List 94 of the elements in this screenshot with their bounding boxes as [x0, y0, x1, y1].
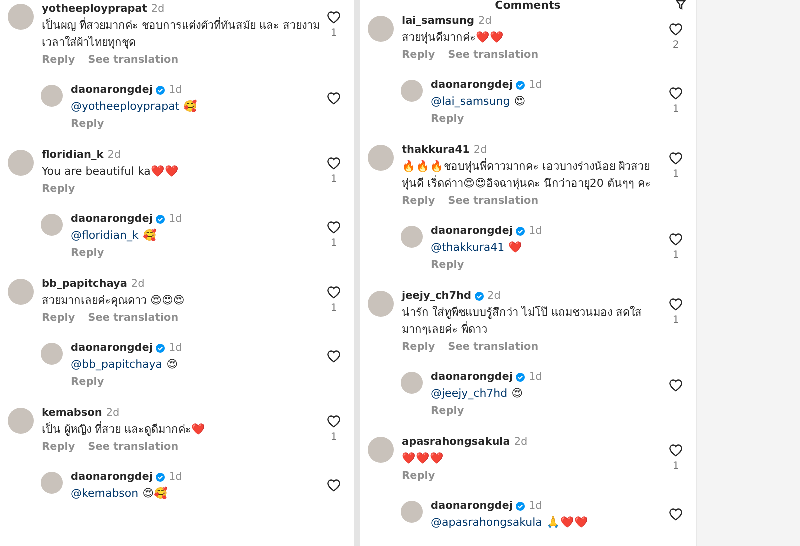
mention-link[interactable]: @lai_samsung: [431, 93, 510, 110]
mention-link[interactable]: @yotheeployprapat: [71, 98, 180, 115]
comment-text: ❤❤❤: [402, 452, 444, 465]
verified-badge-icon: [156, 215, 165, 224]
heart-icon[interactable]: [669, 444, 683, 457]
username[interactable]: daonarongdej: [431, 371, 513, 384]
comment-time: 2d: [514, 436, 528, 449]
comment-time: 1d: [169, 342, 182, 355]
heart-icon[interactable]: [669, 298, 683, 311]
comment-text: 😍🥰: [142, 486, 168, 502]
like-count: 1: [330, 174, 338, 186]
heart-icon[interactable]: [669, 87, 683, 100]
username[interactable]: bb_papitchaya: [42, 278, 128, 291]
verified-badge-icon: [516, 81, 525, 90]
like-count: 1: [672, 315, 680, 327]
comment-time: 1d: [529, 500, 542, 513]
username[interactable]: daonarongdej: [431, 79, 513, 92]
heart-icon[interactable]: [327, 286, 341, 299]
username[interactable]: daonarongdej: [71, 213, 153, 226]
comment-time: 1d: [169, 471, 182, 484]
verified-badge-icon: [474, 292, 484, 301]
comment-time: 2d: [478, 15, 492, 28]
heart-icon[interactable]: [327, 221, 341, 234]
like-count: 1: [330, 432, 338, 444]
comment-time: 2d: [488, 290, 501, 303]
comment-text: 😍: [512, 386, 524, 402]
mention-link[interactable]: @floridian_k: [71, 227, 139, 244]
heart-icon[interactable]: [669, 233, 683, 246]
username[interactable]: daonarongdej: [431, 500, 513, 513]
heart-icon[interactable]: [327, 92, 341, 105]
comment-time: 1d: [169, 213, 182, 226]
panel-title: Comments: [495, 0, 561, 12]
verified-badge-icon: [516, 227, 525, 236]
verified-badge-icon: [516, 502, 525, 511]
username[interactable]: jeejy_ch7hd: [402, 290, 472, 303]
heart-icon[interactable]: [327, 11, 341, 24]
username[interactable]: daonarongdej: [71, 471, 153, 484]
comment-text: เป็นผญ ที่สวยมากค่ะ ชอบการแต่งตัวที่ทันสมัย และ สวยงามเวลาใส่ผ้าไทยทุกชุด: [42, 19, 320, 49]
heart-icon[interactable]: [669, 379, 683, 392]
comment-time: 1d: [529, 79, 542, 92]
comment-time: 1d: [529, 371, 542, 384]
like-count: 1: [330, 303, 338, 315]
filter-icon[interactable]: [676, 0, 686, 10]
comment-text: 🔥🔥🔥ชอบหุ่นพี่ดาวมากคะ เอวบางร่างน้อย ผิวสวย หุ่นดี เริ่ดค่าา😍😍อิจฉาหุ่นคะ นึกว่าอายุ20 ต้นๆๆ คะ: [402, 160, 651, 190]
mention-link[interactable]: @apasrahongsakula: [431, 514, 542, 531]
like-count: 1: [330, 28, 338, 40]
heart-icon[interactable]: [327, 479, 341, 492]
comment-text: เป็น ผู้หญิง ที่สวย และดูดีมากค่ะ❤: [42, 423, 206, 436]
comment-text: ❤: [508, 240, 523, 256]
comment-time: 2d: [106, 407, 120, 420]
heart-icon[interactable]: [327, 350, 341, 363]
username[interactable]: daonarongdej: [71, 84, 153, 97]
comment-text: 😍: [166, 357, 178, 373]
comment-time: 2d: [151, 3, 165, 16]
verified-badge-icon: [156, 344, 165, 353]
comment-text: You are beautiful ka❤❤: [42, 165, 179, 178]
comment-text: 😍: [514, 94, 526, 110]
comment-text: 🥰: [142, 228, 157, 244]
comment-time: 1d: [529, 225, 542, 238]
like-count: 1: [672, 169, 680, 181]
comment-text: 🙏❤❤: [546, 515, 588, 531]
comment-text: สวยมากเลยค่ะคุณดาว 😍😍😍: [42, 294, 185, 307]
comment-text: 🥰: [184, 98, 198, 115]
verified-badge-icon: [516, 373, 525, 382]
heart-icon[interactable]: [669, 508, 683, 521]
mention-link[interactable]: @kemabson: [71, 485, 139, 502]
comment-text: น่ารัก ใส่ทูพีซแบบรู้สึกว่า ไม่โป๊ แถมชวนมอง สดใส มากๆเลยค่ะ พี่ดาว: [402, 306, 642, 336]
username[interactable]: floridian_k: [42, 149, 104, 162]
comment-time: 2d: [474, 144, 488, 157]
username[interactable]: thakkura41: [402, 144, 470, 157]
comment-text: สวยหุ่นดีมากค่ะ❤❤: [402, 31, 504, 44]
mention-link[interactable]: @jeejy_ch7hd: [431, 385, 508, 402]
username[interactable]: apasrahongsakula: [402, 436, 510, 449]
heart-icon[interactable]: [669, 152, 683, 165]
comment-time: 1d: [169, 84, 182, 97]
comment-time: 2d: [131, 278, 145, 291]
comment-time: 2d: [108, 149, 122, 162]
like-count: 1: [672, 250, 680, 262]
mention-link[interactable]: @bb_papitchaya: [71, 356, 163, 373]
like-count: 1: [330, 238, 338, 250]
heart-icon[interactable]: [327, 415, 341, 428]
mention-link[interactable]: @thakkura41: [431, 239, 505, 256]
username[interactable]: daonarongdej: [71, 342, 153, 355]
like-count: 1: [672, 461, 680, 473]
username[interactable]: kemabson: [42, 407, 102, 420]
heart-icon[interactable]: [327, 157, 341, 170]
username[interactable]: lai_samsung: [402, 15, 475, 28]
verified-badge-icon: [156, 473, 165, 482]
like-count: 2: [672, 40, 680, 52]
like-count: 1: [672, 104, 680, 116]
heart-icon[interactable]: [669, 23, 683, 36]
username[interactable]: yotheeployprapat: [42, 3, 148, 16]
verified-badge-icon: [156, 86, 165, 95]
username[interactable]: daonarongdej: [431, 225, 513, 238]
